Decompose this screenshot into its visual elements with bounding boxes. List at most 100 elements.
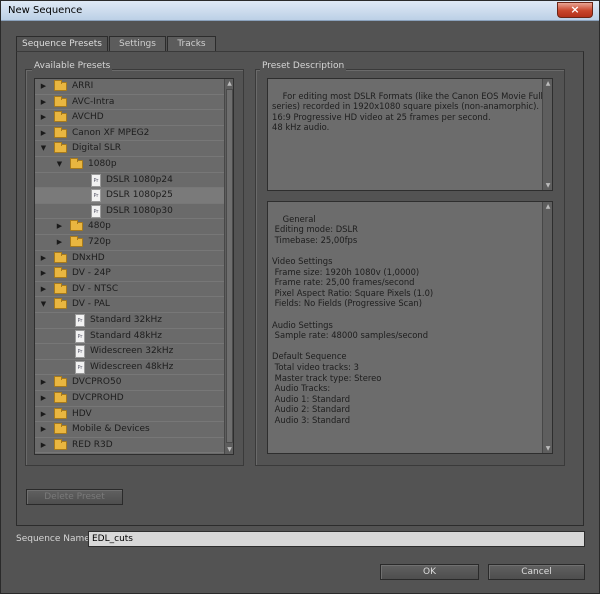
tree-item-label: Canon XF MPEG2 xyxy=(72,127,150,138)
tree-folder-row[interactable]: ▼ DV - PAL xyxy=(35,297,225,313)
tree-folder-row[interactable]: ▶ 720p xyxy=(35,235,225,251)
scroll-thumb[interactable] xyxy=(226,89,233,443)
tree-item-label: Standard 32kHz xyxy=(90,315,162,325)
tree-folder-row[interactable]: ▶ DNxHD xyxy=(35,251,225,267)
tree-preset-row[interactable]: Pr Widescreen 48kHz xyxy=(35,360,225,376)
tree-preset-row[interactable]: Pr DSLR 1080p25 xyxy=(35,188,225,204)
scroll-up-icon[interactable]: ▲ xyxy=(543,79,553,88)
tree-item-label: DSLR 1080p30 xyxy=(106,205,173,216)
chevron-right-icon[interactable]: ▶ xyxy=(39,251,48,266)
tree-folder-row[interactable]: ▶ DV - 24P xyxy=(35,266,225,282)
presets-scrollbar[interactable]: ▲ ▼ xyxy=(224,79,233,454)
chevron-down-icon[interactable]: ▼ xyxy=(39,297,48,312)
preset-file-icon: Pr xyxy=(91,204,101,218)
sequence-name-input[interactable] xyxy=(88,531,585,547)
folder-icon xyxy=(54,376,67,388)
folder-icon xyxy=(54,267,67,279)
chevron-right-icon[interactable]: ▶ xyxy=(39,79,48,94)
tree-preset-row[interactable]: Pr DSLR 1080p30 xyxy=(35,204,225,220)
tree-item-label: AVCHD xyxy=(72,112,104,123)
ok-button[interactable]: OK xyxy=(380,564,479,580)
chevron-right-icon[interactable]: ▶ xyxy=(39,110,48,125)
chevron-right-icon[interactable]: ▶ xyxy=(39,391,48,406)
chevron-right-icon[interactable]: ▶ xyxy=(39,407,48,422)
chevron-right-icon[interactable]: ▶ xyxy=(55,219,64,234)
chevron-right-icon[interactable]: ▶ xyxy=(39,375,48,390)
tree-folder-row[interactable]: ▶ DVCPROHD xyxy=(35,391,225,407)
scroll-up-icon[interactable]: ▲ xyxy=(543,202,553,211)
chevron-right-icon[interactable]: ▶ xyxy=(39,266,48,281)
tree-preset-row[interactable]: Pr Standard 32kHz xyxy=(35,313,225,329)
tree-item-label: DNxHD xyxy=(72,252,105,263)
tab-settings[interactable]: Settings xyxy=(109,36,166,51)
close-icon[interactable]: × xyxy=(557,2,593,18)
folder-icon xyxy=(54,95,67,107)
tree-folder-row[interactable]: ▼ Digital SLR xyxy=(35,141,225,157)
chevron-right-icon[interactable]: ▶ xyxy=(39,95,48,110)
chevron-right-icon[interactable]: ▶ xyxy=(39,126,48,141)
delete-preset-button[interactable]: Delete Preset xyxy=(26,489,123,505)
tree-folder-row[interactable]: ▶ HDV xyxy=(35,407,225,423)
tree-item-label: Widescreen 48kHz xyxy=(90,361,174,372)
tree-folder-row[interactable]: ▶ Mobile & Devices xyxy=(35,422,225,438)
folder-icon xyxy=(54,111,67,123)
folder-icon xyxy=(54,298,67,310)
preset-description-text: For editing most DSLR Formats (like the … xyxy=(267,78,553,191)
folder-icon xyxy=(54,282,67,294)
tree-item-label: Widescreen 32kHz xyxy=(90,346,174,357)
window-title: New Sequence xyxy=(8,5,83,16)
scroll-down-icon[interactable]: ▼ xyxy=(543,181,553,190)
tree-preset-row[interactable]: Pr Standard 48kHz xyxy=(35,329,225,345)
details-scrollbar[interactable]: ▲ ▼ xyxy=(542,202,552,453)
scroll-up-icon[interactable]: ▲ xyxy=(225,79,234,88)
tree-item-label: HDV xyxy=(72,408,92,419)
presets-tree[interactable]: ▶ ARRI ▶ AVC-Intra ▶ AVCHD ▶ Canon XF MPEG2 ▼ Dig… xyxy=(34,78,234,455)
tree-item-label: 1080p xyxy=(88,159,117,169)
tab-sequence-presets[interactable]: Sequence Presets xyxy=(16,36,108,52)
tree-preset-row[interactable]: Pr Widescreen 32kHz xyxy=(35,344,225,360)
preset-file-icon: Pr xyxy=(75,329,85,343)
tree-item-label: DVCPRO50 xyxy=(72,377,122,388)
tree-folder-row[interactable]: ▶ AVC-Intra xyxy=(35,95,225,111)
folder-icon xyxy=(54,80,67,91)
tree-item-label: 480p xyxy=(88,221,111,232)
tree-folder-row[interactable]: ▶ RED R3D xyxy=(35,438,225,454)
tree-preset-row[interactable]: Pr DSLR 1080p24 xyxy=(35,173,225,189)
preset-file-icon: Pr xyxy=(75,345,85,359)
tree-folder-row[interactable]: ▶ DVCPRO50 xyxy=(35,375,225,391)
tree-folder-row[interactable]: ▶ DV - NTSC xyxy=(35,282,225,298)
chevron-right-icon[interactable]: ▶ xyxy=(55,235,64,250)
tree-item-label: DSLR 1080p24 xyxy=(106,174,173,185)
chevron-down-icon[interactable]: ▼ xyxy=(55,157,64,172)
folder-icon xyxy=(54,142,67,154)
chevron-right-icon[interactable]: ▶ xyxy=(39,282,48,297)
preset-file-icon: Pr xyxy=(91,173,101,187)
tree-item-label: 720p xyxy=(88,237,111,247)
tab-tracks[interactable]: Tracks xyxy=(167,36,216,51)
chevron-down-icon[interactable]: ▼ xyxy=(39,141,48,156)
sequence-name-label: Sequence Name: xyxy=(16,534,93,544)
details-text: General Editing mode: DSLR Timebase: 25,… xyxy=(272,213,434,425)
chevron-right-icon[interactable]: ▶ xyxy=(39,438,48,453)
tree-item-label: DV - PAL xyxy=(72,299,110,310)
tree-item-label: DV - NTSC xyxy=(72,283,119,294)
available-presets-label: Available Presets xyxy=(32,61,113,71)
description-scrollbar[interactable]: ▲ ▼ xyxy=(542,79,552,190)
tree-folder-row[interactable]: ▶ AVCHD xyxy=(35,110,225,126)
scroll-down-icon[interactable]: ▼ xyxy=(543,444,553,453)
chevron-right-icon[interactable]: ▶ xyxy=(39,422,48,437)
cancel-button[interactable]: Cancel xyxy=(488,564,585,580)
tree-folder-row[interactable]: ▼ 1080p xyxy=(35,157,225,173)
folder-icon xyxy=(54,392,67,403)
tree-item-label: Standard 48kHz xyxy=(90,330,162,341)
tree-item-label: AVC-Intra xyxy=(72,96,115,107)
tree-item-label: ARRI xyxy=(72,81,94,91)
folder-icon xyxy=(54,423,67,435)
folder-icon xyxy=(54,407,67,419)
scroll-down-icon[interactable]: ▼ xyxy=(225,445,234,454)
tree-folder-row[interactable]: ▶ Canon XF MPEG2 xyxy=(35,126,225,142)
preset-details-text: General Editing mode: DSLR Timebase: 25,… xyxy=(267,201,553,454)
tree-item-label: DVCPROHD xyxy=(72,393,124,403)
tree-folder-row[interactable]: ▶ 480p xyxy=(35,219,225,235)
tree-folder-row[interactable]: ▶ ARRI xyxy=(35,79,225,95)
